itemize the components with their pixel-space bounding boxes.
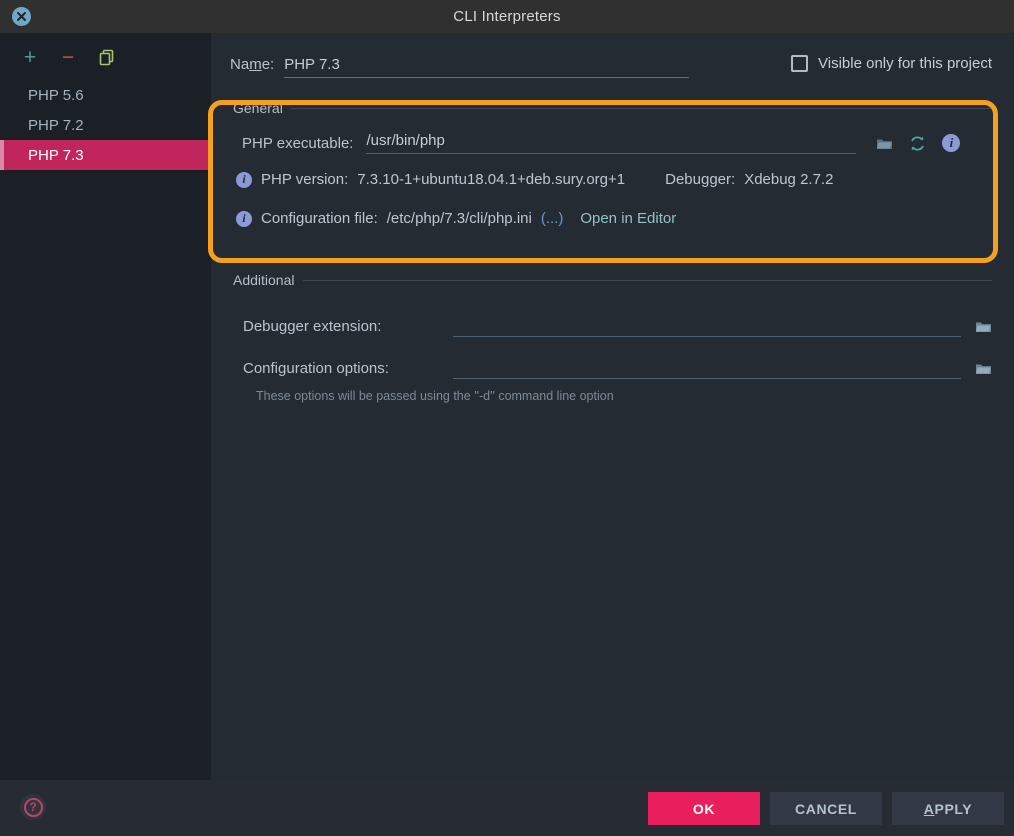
config-file-label: Configuration file: [261, 210, 378, 227]
php-version-line: i PHP version: 7.3.10-1+ubuntu18.04.1+de… [224, 171, 984, 188]
folder-icon[interactable] [876, 136, 893, 151]
debugger-extension-input[interactable] [453, 315, 961, 337]
debugger-value: Xdebug 2.7.2 [744, 171, 834, 188]
additional-title: Additional [233, 272, 295, 288]
name-row: Name: Visible only for this project [211, 33, 1014, 78]
configuration-options-label: Configuration options: [243, 359, 389, 377]
cancel-button[interactable]: CANCEL [770, 792, 882, 825]
php-executable-row: PHP executable: /usr/bin/php i [224, 132, 984, 154]
minus-icon[interactable]: − [59, 47, 77, 68]
dialog-buttons: OK CANCEL A PPLY [648, 792, 1004, 825]
visible-only-label: Visible only for this project [818, 55, 992, 72]
general-group-body: PHP executable: /usr/bin/php i i PHP ver… [224, 110, 984, 227]
sidebar-toolbar: + − [0, 42, 211, 72]
folder-icon[interactable] [975, 319, 992, 334]
dialog-footer: ? OK CANCEL A PPLY [0, 780, 1014, 836]
title-bar: CLI Interpreters [0, 0, 1014, 33]
window-title: CLI Interpreters [453, 8, 561, 25]
configuration-options-row: Configuration options: [218, 357, 992, 379]
configuration-options-hint: These options will be passed using the '… [256, 389, 614, 403]
additional-divider [302, 279, 992, 281]
debugger-extension-row: Debugger extension: [218, 315, 992, 337]
config-ellipsis-link[interactable]: (...) [541, 210, 564, 227]
info-icon[interactable]: i [942, 134, 961, 152]
additional-group-body: Debugger extension: Configuration option… [218, 295, 992, 403]
info-icon: i [236, 210, 252, 227]
configuration-options-input[interactable] [453, 357, 961, 379]
ok-button[interactable]: OK [648, 792, 760, 825]
visible-only-checkbox[interactable]: Visible only for this project [791, 55, 992, 72]
help-circle-icon[interactable]: ? [20, 794, 46, 820]
name-label: Name: [230, 56, 275, 73]
plus-icon[interactable]: + [21, 47, 39, 68]
debugger-extension-label: Debugger extension: [243, 317, 382, 335]
php-executable-label: PHP executable: [242, 134, 354, 152]
apply-button[interactable]: A PPLY [892, 792, 1004, 825]
close-icon[interactable] [12, 7, 31, 26]
general-divider [290, 107, 992, 109]
info-icon: i [236, 171, 252, 188]
sidebar-item-php-5-6[interactable]: PHP 5.6 [0, 80, 211, 110]
debugger-label: Debugger: [665, 171, 736, 188]
open-in-editor-link[interactable]: Open in Editor [580, 210, 676, 227]
sidebar-item-php-7-2[interactable]: PHP 7.2 [0, 110, 211, 140]
configuration-file-line: i Configuration file: /etc/php/7.3/cli/p… [224, 210, 984, 227]
config-file-value: /etc/php/7.3/cli/php.ini [386, 210, 532, 227]
sidebar-item-php-7-3[interactable]: PHP 7.3 [0, 140, 211, 170]
php-version-value: 7.3.10-1+ubuntu18.04.1+deb.sury.org+1 [357, 171, 626, 188]
cli-interpreters-dialog: CLI Interpreters + − PHP 5.6 PHP 7.2 PHP… [0, 0, 1014, 836]
interpreter-sidebar: + − PHP 5.6 PHP 7.2 PHP 7.3 [0, 33, 211, 780]
checkbox-box [791, 55, 809, 72]
copy-icon[interactable] [97, 48, 115, 66]
php-version-label: PHP version: [261, 171, 349, 188]
name-input[interactable] [284, 56, 690, 78]
interpreter-list: PHP 5.6 PHP 7.2 PHP 7.3 [0, 80, 211, 170]
refresh-icon[interactable] [909, 135, 926, 152]
folder-icon[interactable] [975, 361, 992, 376]
additional-group-header: Additional [233, 272, 992, 288]
php-executable-input[interactable] [366, 132, 857, 154]
